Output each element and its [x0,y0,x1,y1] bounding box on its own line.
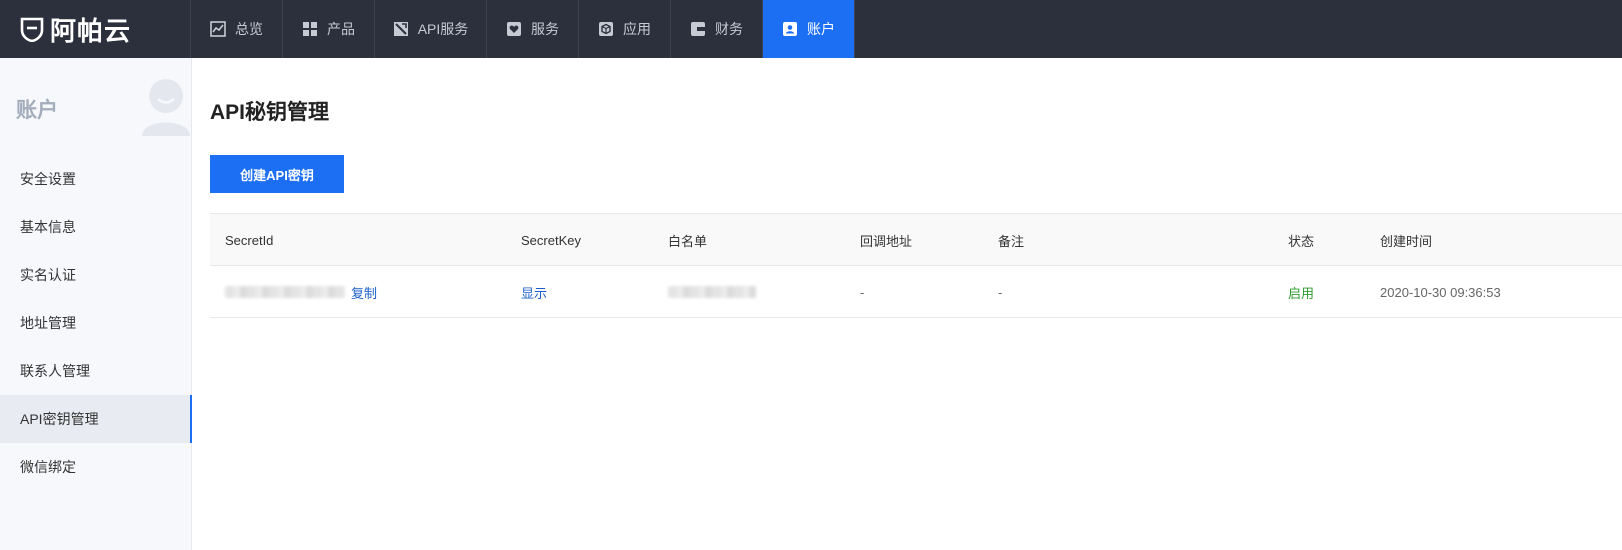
brand-name: 阿帕云 [50,15,132,46]
status-badge: 启用 [1288,285,1315,301]
sidebar-item-label: 地址管理 [20,315,76,331]
cloud-shield-icon [20,17,44,42]
nav-item-finance[interactable]: 财务 [671,0,763,58]
nav-item-apps[interactable]: 应用 [579,0,671,58]
nav-item-label: 账户 [807,21,835,37]
sidebar-item-label: 联系人管理 [20,363,90,379]
sidebar-menu: 安全设置 基本信息 实名认证 地址管理 联系人管理 API密钥管理 微信绑定 [0,155,192,491]
user-avatar-icon [142,79,190,136]
redacted-secret-id [225,286,345,298]
column-header-callback: 回调地址 [860,233,913,249]
table-header: SecretId SecretKey 白名单 回调地址 备注 状态 创建时间 [210,214,1622,266]
sidebar-item-api-keys[interactable]: API密钥管理 [0,395,192,443]
sidebar-item-wechat[interactable]: 微信绑定 [0,443,192,491]
table-row: 复制 显示 - - 启用 2020-10-30 09:36:53 [210,266,1622,318]
secret-id-cell: 复制 [225,266,377,318]
column-header-remark: 备注 [998,233,1025,249]
grid-icon [302,21,318,37]
sidebar-item-security[interactable]: 安全设置 [0,155,192,203]
column-header-created: 创建时间 [1380,233,1433,249]
nav-item-label: API服务 [417,21,469,37]
page-title: API秘钥管理 [210,101,330,124]
api-keys-table: SecretId SecretKey 白名单 回调地址 备注 状态 创建时间 复… [210,213,1622,318]
nav-item-label: 总览 [235,21,263,37]
sidebar: 账户 安全设置 基本信息 实名认证 地址管理 联系人管理 API密钥管理 微信绑… [0,58,192,550]
show-secret-key-link[interactable]: 显示 [521,283,547,302]
nav-item-account[interactable]: 账户 [763,0,855,58]
nav-item-products[interactable]: 产品 [283,0,375,58]
nav-item-label: 服务 [531,21,559,37]
user-card-icon [782,21,798,37]
remark-cell: - [998,284,1003,300]
created-at-cell: 2020-10-30 09:36:53 [1380,284,1501,300]
sidebar-item-label: 微信绑定 [20,459,76,475]
callback-cell: - [860,284,865,300]
column-header-secret-key: SecretKey [521,232,581,248]
sidebar-item-addresses[interactable]: 地址管理 [0,299,192,347]
sidebar-item-label: 安全设置 [20,171,76,187]
nav-item-api-service[interactable]: API服务 [375,0,487,58]
nav-item-overview[interactable]: 总览 [191,0,283,58]
sidebar-title: 账户 [16,99,58,122]
nav-item-label: 产品 [327,21,355,37]
column-header-status: 状态 [1288,233,1315,249]
sidebar-header: 账户 [0,58,191,148]
column-header-secret-id: SecretId [225,232,274,248]
nav-item-label: 财务 [715,21,743,37]
chart-icon [210,21,226,37]
cube-icon [598,21,614,37]
sidebar-item-verification[interactable]: 实名认证 [0,251,192,299]
sidebar-item-basic-info[interactable]: 基本信息 [0,203,192,251]
nav-item-services[interactable]: 服务 [487,0,579,58]
whitelist-cell [668,266,756,318]
heart-icon [506,21,522,37]
wallet-icon [690,21,706,37]
sidebar-item-label: API密钥管理 [20,411,99,427]
sidebar-item-label: 基本信息 [20,219,76,235]
nav-item-label: 应用 [623,21,651,37]
redacted-whitelist [668,286,756,298]
secret-key-cell: 显示 [521,266,547,318]
column-header-whitelist: 白名单 [668,233,708,249]
create-api-key-button[interactable]: 创建API密钥 [210,155,344,193]
copy-link[interactable]: 复制 [351,283,377,302]
brand-logo[interactable]: 阿帕云 [0,0,191,58]
api-icon [393,21,409,37]
top-navigation: 阿帕云 总览 产品 API服务 服务 应用 财务 账户 [0,0,1622,58]
sidebar-item-label: 实名认证 [20,267,76,283]
sidebar-item-contacts[interactable]: 联系人管理 [0,347,192,395]
